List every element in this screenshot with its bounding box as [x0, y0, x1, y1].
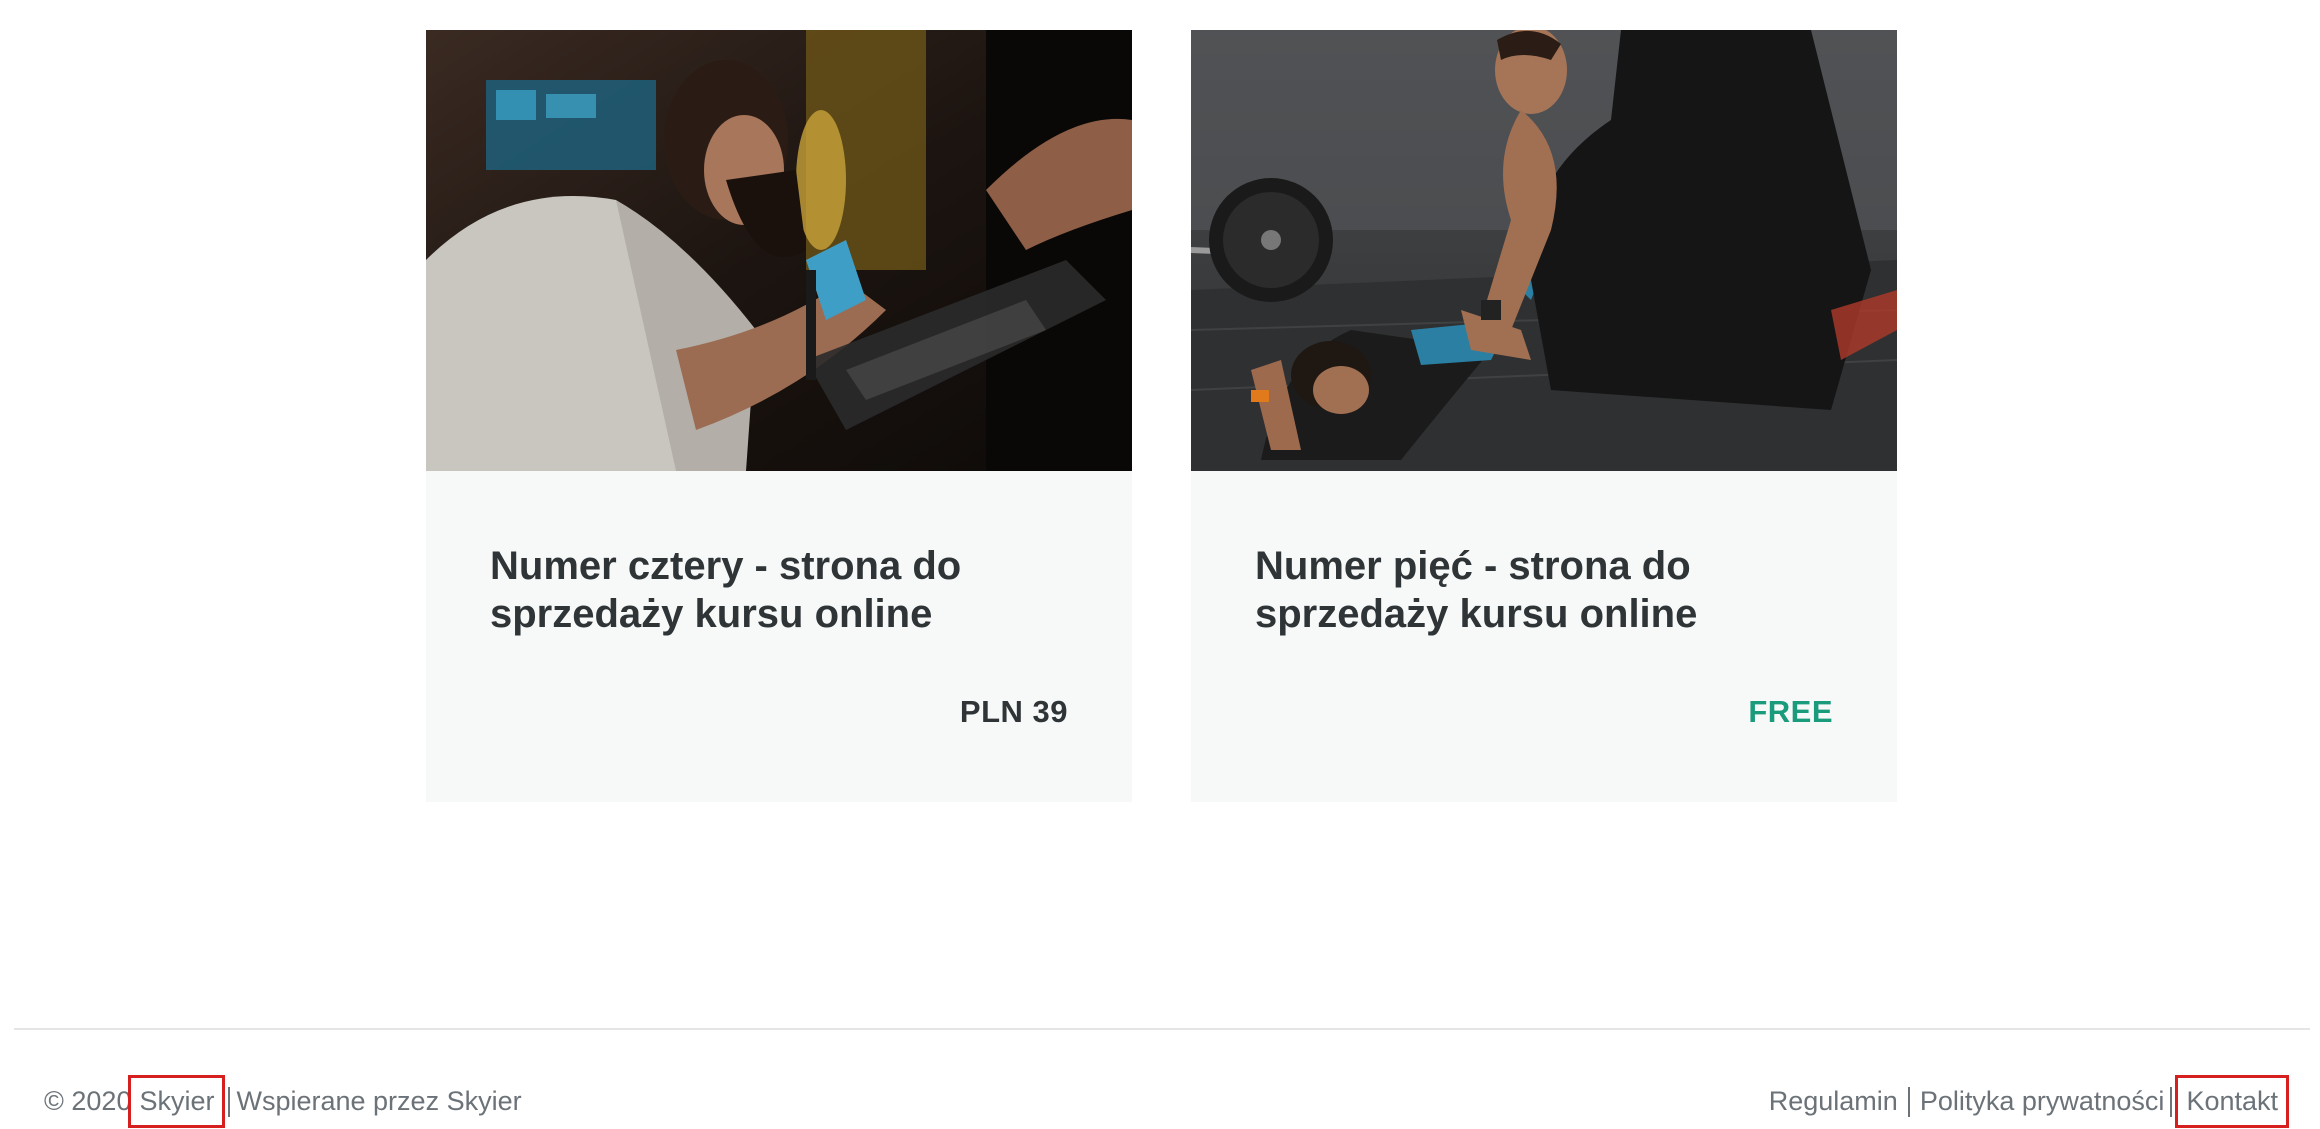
fitness-trainer-photo-icon: [1191, 30, 1897, 471]
course-card[interactable]: Numer cztery - strona do sprzedaży kursu…: [426, 30, 1132, 802]
footer-separator: [2170, 1086, 2173, 1117]
terms-link[interactable]: Regulamin: [1769, 1086, 1898, 1117]
footer: © 2020 Skyier Wspierane przez Skyier Reg…: [0, 1075, 2320, 1129]
brand-link[interactable]: Skyier: [128, 1075, 226, 1128]
footer-separator: [1907, 1086, 1910, 1117]
contact-link[interactable]: Kontakt: [2175, 1075, 2289, 1128]
footer-left: © 2020 Skyier Wspierane przez Skyier: [44, 1075, 522, 1128]
course-image-tattoo[interactable]: [426, 30, 1132, 471]
footer-separator: [228, 1086, 231, 1117]
page: Numer cztery - strona do sprzedaży kursu…: [0, 0, 2320, 1129]
course-card[interactable]: Numer pięć - strona do sprzedaży kursu o…: [1191, 30, 1897, 802]
powered-by-link[interactable]: Wspierane przez Skyier: [236, 1086, 521, 1117]
course-title[interactable]: Numer pięć - strona do sprzedaży kursu o…: [1255, 542, 1815, 638]
footer-divider: [14, 1028, 2310, 1030]
course-price: PLN 39: [959, 694, 1068, 729]
course-title[interactable]: Numer cztery - strona do sprzedaży kursu…: [490, 542, 1050, 638]
course-price-free: FREE: [1748, 694, 1833, 729]
course-image-fitness[interactable]: [1191, 30, 1897, 471]
copyright-text: © 2020: [44, 1086, 132, 1116]
privacy-link[interactable]: Polityka prywatności: [1920, 1086, 2165, 1117]
footer-links: Regulamin Polityka prywatności Kontakt: [1769, 1075, 2289, 1128]
tattoo-artist-photo-icon: [426, 30, 1132, 471]
